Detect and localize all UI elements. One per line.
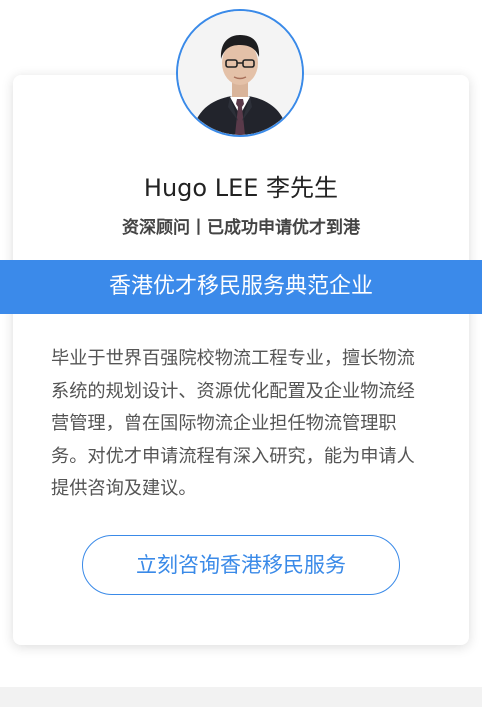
person-portrait-icon (178, 11, 302, 135)
consult-button[interactable]: 立刻咨询香港移民服务 (82, 535, 400, 595)
avatar (176, 9, 304, 137)
profile-name: Hugo LEE 李先生 (143, 174, 339, 202)
profile-bio: 毕业于世界百强院校物流工程专业，擅长物流系统的规划设计、资源优化配置及企业物流经… (51, 348, 415, 499)
page-bottom-divider (0, 687, 482, 707)
profile-subtitle: 资深顾问丨已成功申请优才到港 (122, 218, 360, 238)
company-banner: 香港优才移民服务典范企业 (0, 260, 482, 314)
